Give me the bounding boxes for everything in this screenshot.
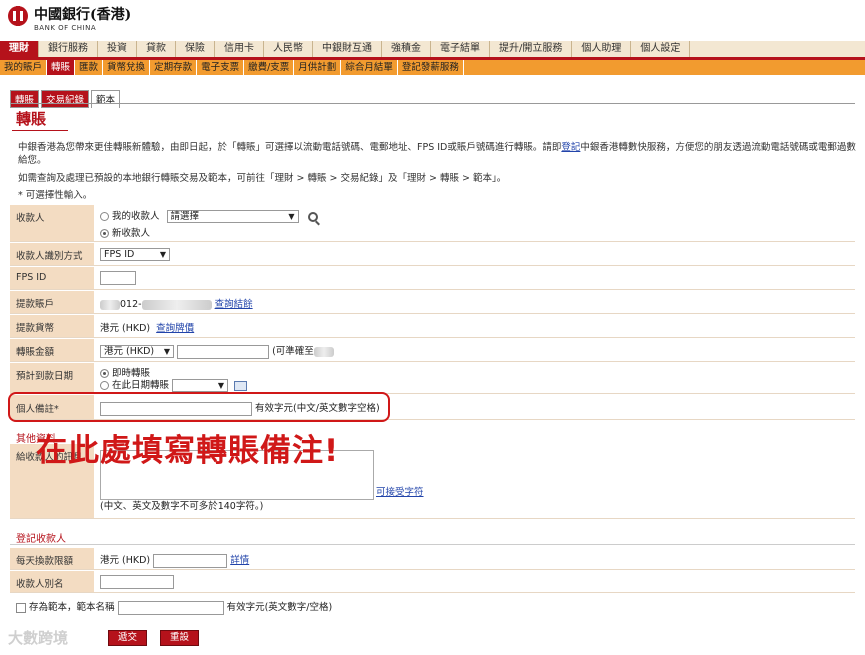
on-date-radio[interactable]: [100, 381, 109, 390]
intro-part-a: 中銀香港為您帶來更佳轉賬新體驗，由即日起，於「轉賬」可選擇以流動電話號碼、電郵地…: [18, 142, 562, 153]
on-date-label: 在此日期轉賬: [112, 380, 170, 391]
tab-transfer[interactable]: 轉賬: [10, 90, 40, 108]
new-payee-label: 新收款人: [112, 228, 151, 239]
date-select[interactable]: ▼: [172, 379, 229, 392]
daily-limit-currency: 港元 (HKD): [100, 555, 151, 566]
alias-row: 收款人別名: [10, 571, 855, 593]
id-method-label: 收款人識別方式: [10, 243, 94, 265]
payee-row: 收款人 我的收款人 請選擇 ▼ 新收款人: [10, 205, 855, 242]
nav-sub-item[interactable]: 貨幣兌換: [103, 60, 151, 75]
amount-note: (可準確至: [272, 346, 314, 357]
nav-main-item[interactable]: 人民幣: [264, 41, 313, 57]
nav-sub-item[interactable]: 綜合月結單: [341, 60, 398, 75]
nav-main-item[interactable]: 貸款: [137, 41, 176, 57]
tab-template[interactable]: 範本: [91, 90, 121, 108]
page-title: 轉賬: [16, 110, 47, 128]
nav-sub-item[interactable]: 繳費/支票: [244, 60, 295, 75]
currency-label: 提款貨幣: [10, 315, 94, 337]
balance-inquiry-link[interactable]: 查詢結餘: [215, 299, 253, 310]
amount-currency-select[interactable]: 港元 (HKD) ▼: [100, 345, 174, 358]
amount-label: 轉賬金額: [10, 339, 94, 361]
tab-transaction-history[interactable]: 交易紀錄: [41, 90, 90, 108]
amount-input[interactable]: [177, 344, 270, 359]
currency-value: 港元 (HKD): [100, 323, 151, 334]
from-account-label: 提款賬戶: [10, 291, 94, 313]
nav-sub-item[interactable]: 月供計劃: [294, 60, 342, 75]
currency-row: 提款貨幣 港元 (HKD) 查詢牌價: [10, 315, 855, 338]
search-icon[interactable]: [307, 211, 318, 222]
nav-main-item[interactable]: 個人設定: [631, 41, 691, 57]
nav-main-item[interactable]: 理財: [0, 41, 39, 57]
alias-input[interactable]: [100, 575, 174, 589]
from-account-value: 012-: [120, 299, 142, 310]
id-method-row: 收款人識別方式 FPS ID ▼: [10, 243, 855, 266]
nav-sub-item[interactable]: 電子支票: [197, 60, 245, 75]
nav-sub-item[interactable]: 定期存款: [150, 60, 198, 75]
nav-sub-item[interactable]: 登記發薪服務: [398, 60, 464, 75]
new-payee-radio[interactable]: [100, 229, 109, 238]
daily-limit-input[interactable]: [153, 553, 228, 568]
optional-note: * 可選擇性輸入。: [18, 190, 93, 201]
intro-query-text: 如需查詢及處理已預設的本地銀行轉賬交易及範本，可前往「理財 > 轉賬 > 交易紀…: [18, 173, 507, 184]
masked-account-prefix: [100, 299, 120, 310]
message-hint: (中文、英文及數字不可多於140字符。): [100, 501, 264, 512]
intro-text: 中銀香港為您帶來更佳轉賬新體驗，由即日起，於「轉賬」可選擇以流動電話號碼、電郵地…: [18, 141, 858, 167]
bank-name-zh: 中國銀行(香港): [34, 7, 132, 23]
payee-label: 收款人: [10, 205, 94, 241]
register-link[interactable]: 登記: [561, 142, 580, 153]
sub-nav: 我的賬戶 轉賬 匯款 貨幣兌換 定期存款 電子支票 繳費/支票 月供計劃 綜合月結單 登記發薪服務: [0, 60, 865, 75]
title-underline: [12, 130, 68, 131]
tab-divider: [10, 103, 855, 104]
nav-main-item[interactable]: 個人助理: [572, 41, 632, 57]
details-link[interactable]: 詳情: [230, 555, 249, 566]
fps-id-label: FPS ID: [10, 267, 94, 289]
register-divider: [10, 544, 855, 545]
remark-highlight-box: [8, 392, 390, 422]
masked-amount-note: [313, 346, 334, 357]
register-payee-section: 登記收款人: [16, 534, 66, 545]
daily-limit-label: 每天換款限額: [10, 548, 94, 569]
alias-label: 收款人別名: [10, 571, 94, 592]
id-method-select[interactable]: FPS ID ▼: [100, 248, 170, 261]
template-name-input[interactable]: [117, 600, 224, 615]
special-chars-link[interactable]: 可接受字符: [376, 487, 424, 498]
payee-select[interactable]: 請選擇 ▼: [166, 210, 299, 223]
fps-id-row: FPS ID: [10, 267, 855, 290]
watermark: 大數跨境: [8, 629, 69, 647]
bank-name-en: BANK OF CHINA: [34, 24, 97, 32]
date-label: 預計到款日期: [10, 363, 94, 393]
nav-main-item[interactable]: 銀行服務: [39, 41, 98, 57]
nav-sub-item[interactable]: 匯款: [75, 60, 104, 75]
nav-main-item[interactable]: 投資: [98, 41, 137, 57]
date-row: 預計到款日期 即時轉賬 在此日期轉賬 ▼: [10, 363, 855, 394]
my-payee-radio[interactable]: [100, 212, 109, 221]
nav-sub-item[interactable]: 我的賬戶: [0, 60, 48, 75]
nav-main-item[interactable]: 提升/開立服務: [490, 41, 573, 57]
bank-logo: [8, 6, 28, 26]
nav-main-item[interactable]: 中銀財互通: [313, 41, 382, 57]
main-nav: 理財 銀行服務 投資 貸款 保險 信用卡 人民幣 中銀財互通 強積金 電子結單 提升/開立服務 個人助…: [0, 41, 865, 60]
annotation-text: 在此處填寫轉賬備注!: [36, 433, 340, 469]
nav-main-item[interactable]: 強積金: [382, 41, 431, 57]
nav-main-item[interactable]: 保險: [176, 41, 215, 57]
masked-account-suffix: [141, 299, 212, 310]
reset-button[interactable]: 重設: [160, 630, 200, 646]
nav-sub-item[interactable]: 轉賬: [47, 60, 76, 75]
amount-row: 轉賬金額 港元 (HKD) ▼ (可準確至: [10, 339, 855, 362]
nav-main-item[interactable]: 電子結單: [431, 41, 490, 57]
submit-button[interactable]: 遞交: [108, 630, 148, 646]
fps-id-input[interactable]: [100, 271, 136, 285]
nav-main-item[interactable]: 信用卡: [215, 41, 264, 57]
save-template-label: 存為範本，範本名稱: [29, 602, 115, 613]
rate-inquiry-link[interactable]: 查詢牌價: [156, 323, 194, 334]
my-payee-label: 我的收款人: [112, 211, 160, 222]
calendar-icon[interactable]: [234, 380, 248, 391]
daily-limit-row: 每天換款限額 港元 (HKD) 詳情: [10, 548, 855, 570]
tab-bar: 轉賬 交易紀錄 範本: [10, 90, 122, 108]
from-account-row: 提款賬戶 012- 查詢結餘: [10, 291, 855, 314]
save-template-checkbox[interactable]: [16, 602, 26, 613]
template-hint: 有效字元(英文數字/空格): [226, 602, 333, 613]
